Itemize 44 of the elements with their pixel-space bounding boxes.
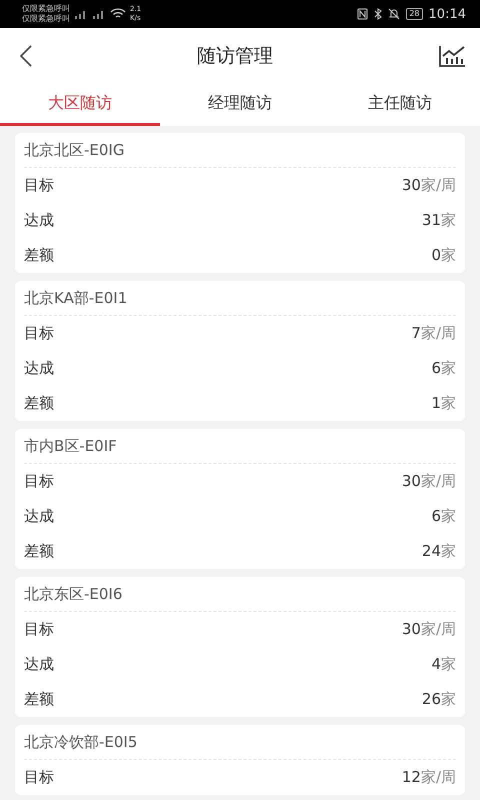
row-label: 差额 — [24, 542, 54, 561]
row-label: 达成 — [24, 211, 54, 230]
row-label: 达成 — [24, 507, 54, 526]
row-value: 24家 — [422, 542, 456, 561]
back-icon[interactable] — [20, 45, 32, 67]
row-label: 达成 — [24, 655, 54, 674]
row-label: 差额 — [24, 394, 54, 413]
carrier-text: 仅限紧急呼叫 — [22, 14, 70, 24]
row-label: 目标 — [24, 620, 54, 639]
row-value: 26家 — [422, 690, 456, 709]
bar-chart-icon[interactable] — [438, 44, 466, 68]
row-value: 30家/周 — [402, 620, 456, 639]
row-value: 6家 — [431, 507, 456, 526]
row-value: 4家 — [431, 655, 456, 674]
row-label: 目标 — [24, 176, 54, 195]
bluetooth-icon — [374, 8, 382, 20]
battery-level: 28 — [406, 8, 423, 20]
signal-icon — [92, 8, 106, 20]
card-title: 北京冷饮部-E0I5 — [24, 725, 456, 760]
row-label: 目标 — [24, 472, 54, 491]
page-title: 随访管理 — [196, 44, 274, 69]
row-value: 31家 — [422, 211, 456, 230]
row-value: 12家/周 — [402, 768, 456, 787]
row-label: 差额 — [24, 246, 54, 265]
row-label: 目标 — [24, 768, 54, 787]
card-title: 北京KA部-E0I1 — [24, 281, 456, 316]
clock: 10:14 — [428, 6, 466, 22]
row-value: 30家/周 — [402, 176, 456, 195]
bell-off-icon — [388, 8, 400, 20]
row-value: 1家 — [431, 394, 456, 413]
wifi-icon — [110, 8, 126, 20]
row-value: 6家 — [431, 359, 456, 378]
row-value: 30家/周 — [402, 472, 456, 491]
row-value: 7家/周 — [411, 324, 456, 343]
card-title: 北京东区-E0I6 — [24, 577, 456, 612]
row-value: 0家 — [431, 246, 456, 265]
carrier-text: 仅限紧急呼叫 — [22, 4, 70, 14]
signal-icon — [74, 8, 88, 20]
row-label: 目标 — [24, 324, 54, 343]
row-label: 差额 — [24, 690, 54, 709]
row-label: 达成 — [24, 359, 54, 378]
card-title: 市内B区-E0IF — [24, 429, 456, 464]
card-title: 北京北区-E0IG — [24, 133, 456, 168]
nfc-icon — [357, 8, 368, 20]
